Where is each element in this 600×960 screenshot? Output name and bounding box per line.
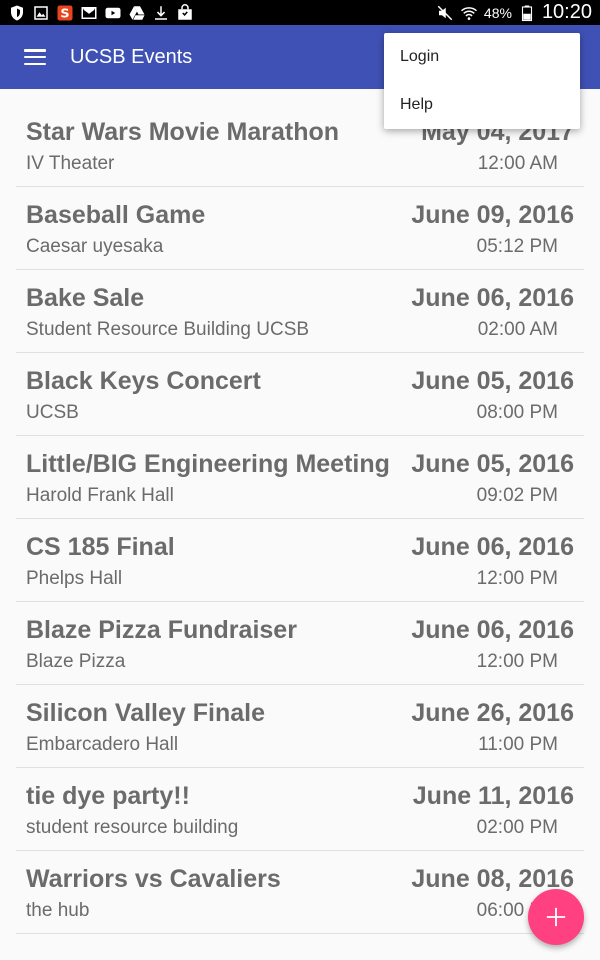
event-row[interactable]: Baseball Game June 09, 2016 Caesar uyesa… xyxy=(16,187,584,270)
event-time: 08:00 PM xyxy=(476,402,558,423)
event-time: 12:00 PM xyxy=(476,568,558,589)
event-date: June 11, 2016 xyxy=(412,782,574,810)
event-location: the hub xyxy=(26,900,90,921)
event-title: Warriors vs Cavaliers xyxy=(26,865,281,893)
event-time: 05:12 PM xyxy=(476,236,558,257)
event-row[interactable]: CS 185 Final June 06, 2016 Phelps Hall 1… xyxy=(16,519,584,602)
event-title: Little/BIG Engineering Meeting xyxy=(26,450,390,478)
event-row[interactable]: Blaze Pizza Fundraiser June 06, 2016 Bla… xyxy=(16,602,584,685)
event-title: Blaze Pizza Fundraiser xyxy=(26,616,297,644)
app-title: UCSB Events xyxy=(70,45,193,68)
status-right-icons: 48% 10:20 xyxy=(436,1,592,24)
event-title: Baseball Game xyxy=(26,201,206,229)
event-time: 09:02 PM xyxy=(476,485,558,506)
event-date: June 09, 2016 xyxy=(411,201,574,229)
plus-icon xyxy=(545,906,567,928)
event-time: 12:00 PM xyxy=(476,651,558,672)
event-row[interactable]: Silicon Valley Finale June 26, 2016 Emba… xyxy=(16,685,584,768)
event-date: June 06, 2016 xyxy=(411,284,574,312)
event-date: June 05, 2016 xyxy=(411,450,574,478)
event-time: 11:00 PM xyxy=(478,734,558,755)
event-location: Student Resource Building UCSB xyxy=(26,319,310,340)
event-row[interactable]: Black Keys Concert June 05, 2016 UCSB 08… xyxy=(16,353,584,436)
event-title: tie dye party!! xyxy=(26,782,190,810)
event-time: 02:00 AM xyxy=(477,319,558,340)
shield-icon xyxy=(8,4,26,22)
event-location: Harold Frank Hall xyxy=(26,485,174,506)
event-row[interactable]: Little/BIG Engineering Meeting June 05, … xyxy=(16,436,584,519)
drive-icon xyxy=(128,4,146,22)
s-app-icon: S xyxy=(56,4,74,22)
event-date: June 05, 2016 xyxy=(411,367,574,395)
event-title: Star Wars Movie Marathon xyxy=(26,118,340,146)
mail-icon xyxy=(80,4,98,22)
status-bar: S 48% 10:20 xyxy=(0,0,600,25)
event-title: CS 185 Final xyxy=(26,533,175,561)
shopping-bag-icon xyxy=(176,3,194,22)
event-location: Blaze Pizza xyxy=(26,651,126,672)
mute-icon xyxy=(436,4,454,22)
wifi-icon xyxy=(460,4,478,22)
battery-percent: 48% xyxy=(483,4,512,21)
add-event-button[interactable] xyxy=(528,889,584,945)
event-time: 12:00 AM xyxy=(477,153,558,174)
event-location: Phelps Hall xyxy=(26,568,123,589)
svg-text:S: S xyxy=(60,6,69,21)
event-title: Black Keys Concert xyxy=(26,367,261,395)
event-location: Caesar uyesaka xyxy=(26,236,164,257)
event-row[interactable]: tie dye party!! June 11, 2016 student re… xyxy=(16,768,584,851)
menu-item-help[interactable]: Help xyxy=(384,81,580,129)
menu-item-login[interactable]: Login xyxy=(384,33,580,81)
event-location: IV Theater xyxy=(26,153,115,174)
gallery-icon xyxy=(32,4,50,22)
event-row[interactable]: Bake Sale June 06, 2016 Student Resource… xyxy=(16,270,584,353)
menu-icon[interactable] xyxy=(24,49,46,65)
event-date: June 26, 2016 xyxy=(411,699,574,727)
event-title: Silicon Valley Finale xyxy=(26,699,265,727)
event-location: UCSB xyxy=(26,402,79,423)
event-list: Star Wars Movie Marathon May 04, 2017 IV… xyxy=(16,104,584,934)
event-row[interactable]: Warriors vs Cavaliers June 08, 2016 the … xyxy=(16,851,584,934)
status-time: 10:20 xyxy=(541,1,592,23)
event-date: June 06, 2016 xyxy=(411,533,574,561)
battery-icon xyxy=(518,4,536,22)
event-title: Bake Sale xyxy=(26,284,145,312)
event-location: Embarcadero Hall xyxy=(26,734,179,755)
event-date: June 06, 2016 xyxy=(411,616,574,644)
event-time: 02:00 PM xyxy=(476,817,558,838)
youtube-icon xyxy=(104,4,122,22)
status-left-icons: S xyxy=(8,3,194,22)
event-location: student resource building xyxy=(26,817,239,838)
download-icon xyxy=(152,4,170,22)
overflow-menu: Login Help xyxy=(384,33,580,129)
